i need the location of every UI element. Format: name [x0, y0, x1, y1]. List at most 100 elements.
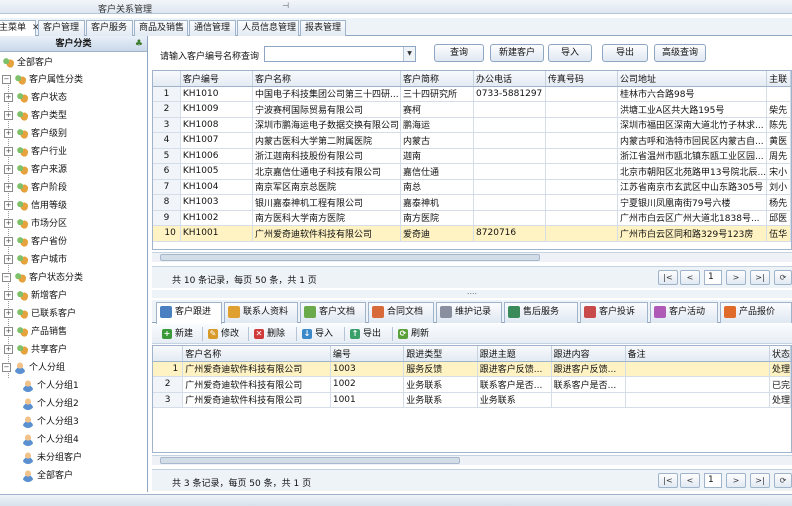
tree-item-type[interactable]: + 客户类型: [4, 108, 67, 125]
prev-page-button[interactable]: <: [680, 270, 700, 285]
expand-icon[interactable]: +: [4, 309, 13, 318]
tab-contract-docs[interactable]: 合同文档: [368, 302, 434, 323]
scrollbar-thumb[interactable]: [160, 254, 540, 261]
delete-button[interactable]: ✕ 删除: [254, 327, 285, 341]
column-header[interactable]: 编号: [330, 346, 405, 362]
table-row[interactable]: 1 广州爱奇迪软件科技有限公司 1003 服务反馈 跟进客户反馈... 跟进客户反馈...…: [153, 361, 791, 377]
column-header[interactable]: 客户名称: [182, 346, 331, 362]
tab-communication[interactable]: 通信管理: [189, 20, 236, 36]
tab-complaints[interactable]: 客户投诉: [580, 302, 648, 323]
table-row[interactable]: 2 KH1009 宁波赛柯国际贸易有限公司 赛柯 洪塘工业A区共大路195号 柴先: [153, 101, 791, 118]
tab-quotes[interactable]: 产品报价: [720, 302, 792, 323]
tree-item-status[interactable]: + 客户状态: [4, 90, 67, 107]
table-row[interactable]: 6 KH1005 北京嘉信仕通电子科技有限公司 嘉信仕通 北京市朝阳区北苑路甲13号院北…: [153, 163, 791, 180]
tree-item-level[interactable]: + 客户级别: [4, 126, 67, 143]
tree-item-shared[interactable]: + 共享客户: [4, 342, 67, 359]
collapse-icon[interactable]: −: [2, 273, 11, 282]
scrollbar-thumb[interactable]: [160, 457, 460, 464]
table-row[interactable]: 3 广州爱奇迪软件科技有限公司 1001 业务联系 业务联系 处理: [153, 392, 791, 408]
pin-icon[interactable]: ⊣: [282, 1, 289, 10]
first-page-button[interactable]: |<: [658, 473, 678, 488]
tree-item-credit[interactable]: + 信用等级: [4, 198, 67, 215]
tree-item-product-sales[interactable]: + 产品销售: [4, 324, 67, 341]
tree-item-status-category[interactable]: − 客户状态分类: [2, 270, 83, 287]
column-header[interactable]: 客户简称: [400, 71, 475, 87]
column-header[interactable]: 客户编号: [180, 71, 254, 87]
table-row[interactable]: 7 KH1004 南京军区南京总医院 南总 江苏省南京市玄武区中山东路305号 刘小: [153, 179, 791, 195]
tab-customer-docs[interactable]: 客户文档: [300, 302, 366, 323]
tree-item-ungrouped[interactable]: 未分组客户: [22, 450, 82, 467]
tree-item-group-2[interactable]: 个人分组2: [22, 396, 79, 413]
page-input[interactable]: 1: [704, 270, 722, 285]
expand-icon[interactable]: +: [4, 129, 13, 138]
tab-activities[interactable]: 客户活动: [650, 302, 718, 323]
tree-item-new-customers[interactable]: + 新增客户: [4, 288, 67, 305]
tree-item-province[interactable]: + 客户省份: [4, 234, 67, 251]
table-row[interactable]: 1 KH1010 中国电子科技集团公司第三十四研... 三十四研究所 0733-5881…: [153, 86, 791, 102]
tab-products-sales[interactable]: 商品及销售: [134, 20, 188, 36]
table-row[interactable]: 10 KH1001 广州爱奇迪软件科技有限公司 爱奇迪 8720716 广州市白云区同和路…: [153, 225, 791, 242]
tab-customer-management[interactable]: 客户管理: [38, 20, 85, 36]
expand-icon[interactable]: +: [4, 183, 13, 192]
horizontal-scrollbar[interactable]: [152, 252, 792, 262]
column-header[interactable]: 状态: [769, 346, 791, 362]
table-row[interactable]: 2 广州爱奇迪软件科技有限公司 1002 业务联系 联系客户是否... 联系客户是否...…: [153, 376, 791, 393]
tab-customer-followup[interactable]: 客户跟进: [156, 302, 222, 324]
tab-contacts[interactable]: 联系人资料: [224, 302, 298, 323]
tree-item-personal-groups[interactable]: − 个人分组: [2, 360, 65, 377]
expand-icon[interactable]: +: [4, 255, 13, 264]
search-input[interactable]: ▼: [264, 46, 416, 62]
last-page-button[interactable]: >|: [750, 270, 770, 285]
tree-item-group-3[interactable]: 个人分组3: [22, 414, 79, 431]
tree-item-group-1[interactable]: 个人分组1: [22, 378, 79, 395]
expand-icon[interactable]: +: [4, 147, 13, 156]
export-toolbar-button[interactable]: ↑ 导出: [350, 327, 381, 341]
column-header[interactable]: [153, 346, 184, 362]
import-toolbar-button[interactable]: ↓ 导入: [302, 327, 333, 341]
tab-staff-info[interactable]: 人员信息管理: [237, 20, 299, 36]
new-button[interactable]: + 新建: [162, 327, 193, 341]
new-customer-button[interactable]: 新建客户: [490, 44, 544, 62]
page-input[interactable]: 1: [704, 473, 722, 488]
expand-icon[interactable]: +: [4, 219, 13, 228]
tree-item-all-group-customers[interactable]: 全部客户: [22, 468, 73, 485]
collapse-icon[interactable]: −: [2, 75, 11, 84]
tree-item-group-4[interactable]: 个人分组4: [22, 432, 79, 449]
refresh-button[interactable]: ⟳ 刷新: [398, 327, 429, 341]
expand-icon[interactable]: +: [4, 327, 13, 336]
tab-customer-service[interactable]: 客户服务: [86, 20, 133, 36]
tab-reports[interactable]: 报表管理: [300, 20, 346, 36]
expand-icon[interactable]: +: [4, 201, 13, 210]
table-row[interactable]: 3 KH1008 深圳市鹏海运电子数据交换有限公司 鹏海运 深圳市福田区深南大道北竹子林…: [153, 117, 791, 133]
next-page-button[interactable]: >: [726, 270, 746, 285]
expand-icon[interactable]: +: [4, 111, 13, 120]
tree-item-market[interactable]: + 市场分区: [4, 216, 67, 233]
edit-button[interactable]: ✎ 修改: [208, 327, 239, 341]
expand-icon[interactable]: +: [4, 291, 13, 300]
first-page-button[interactable]: |<: [658, 270, 678, 285]
expand-icon[interactable]: +: [4, 237, 13, 246]
query-button[interactable]: 查询: [434, 44, 484, 62]
column-header[interactable]: [153, 71, 181, 87]
tab-maintenance[interactable]: 维护记录: [436, 302, 502, 323]
tree-item-all-customers[interactable]: 全部客户: [2, 55, 53, 72]
column-header[interactable]: 客户名称: [252, 71, 401, 87]
tree-item-source[interactable]: + 客户来源: [4, 162, 67, 179]
import-button[interactable]: 导入: [548, 44, 592, 62]
table-row[interactable]: 8 KH1003 银川嘉泰神机工程有限公司 嘉泰神机 宁夏银川凤凰南街79号六楼 杨先: [153, 194, 791, 211]
expand-icon[interactable]: +: [4, 165, 13, 174]
refresh-page-button[interactable]: ⟳: [774, 473, 792, 488]
column-header[interactable]: 传真号码: [545, 71, 619, 87]
tree-item-contacted[interactable]: + 已联系客户: [4, 306, 76, 323]
collapse-icon[interactable]: −: [2, 363, 11, 372]
column-header[interactable]: 跟进主题: [477, 346, 552, 362]
tree-item-industry[interactable]: + 客户行业: [4, 144, 67, 161]
expand-icon[interactable]: +: [4, 93, 13, 102]
tab-main-menu[interactable]: 主菜单 ✕: [0, 20, 40, 37]
column-header[interactable]: 备注: [625, 346, 770, 362]
refresh-page-button[interactable]: ⟳: [774, 270, 792, 285]
tab-after-sales[interactable]: 售后服务: [504, 302, 578, 323]
table-row[interactable]: 5 KH1006 浙江迦南科技股份有限公司 迦南 浙江省温州市瓯北镇东瓯工业区园... 周…: [153, 148, 791, 164]
next-page-button[interactable]: >: [726, 473, 746, 488]
tree-item-stage[interactable]: + 客户阶段: [4, 180, 67, 197]
